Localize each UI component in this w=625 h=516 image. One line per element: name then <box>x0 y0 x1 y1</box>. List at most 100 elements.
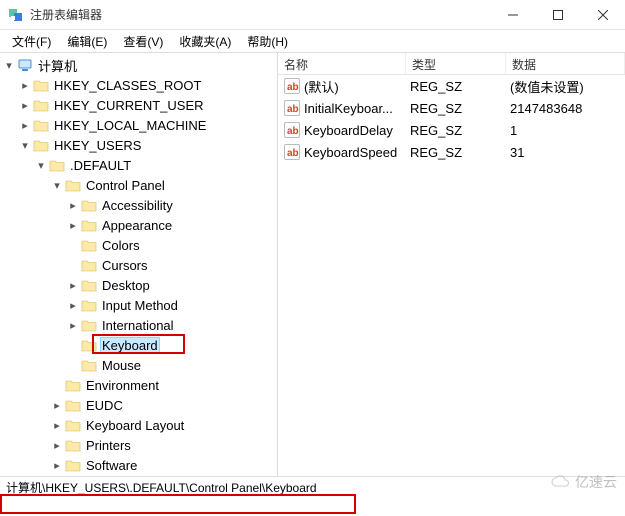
expander-icon[interactable]: ▸ <box>50 439 64 452</box>
tree-label: Keyboard Layout <box>84 418 186 433</box>
value-name: (默认) <box>304 77 404 96</box>
status-bar: 计算机\HKEY_USERS\.DEFAULT\Control Panel\Ke… <box>0 476 625 498</box>
tree-appearance[interactable]: ▸ Appearance <box>66 215 277 235</box>
tree-default[interactable]: ▾.DEFAULT <box>34 155 277 175</box>
tree-software[interactable]: ▸ Software <box>50 455 277 475</box>
close-button[interactable] <box>580 0 625 30</box>
value-type: REG_SZ <box>404 123 504 138</box>
tree-label: International <box>100 318 176 333</box>
tree-label-selected: Keyboard <box>100 337 160 354</box>
tree-mouse[interactable]: Mouse <box>66 355 277 375</box>
value-row[interactable]: KeyboardDelay REG_SZ 1 <box>278 119 625 141</box>
tree-label: Environment <box>84 378 161 393</box>
menu-help[interactable]: 帮助(H) <box>239 31 296 52</box>
tree-accessibility[interactable]: ▸ Accessibility <box>66 195 277 215</box>
tree-hkcr[interactable]: ▸ HKEY_CLASSES_ROOT <box>18 75 277 95</box>
tree-label: Desktop <box>100 278 152 293</box>
folder-icon <box>65 178 81 192</box>
tree-printers[interactable]: ▸ Printers <box>50 435 277 455</box>
expander-icon[interactable]: ▸ <box>50 459 64 472</box>
expander-icon[interactable]: ▸ <box>66 199 80 212</box>
expander-icon[interactable]: ▸ <box>18 99 32 112</box>
tree-label: Printers <box>84 438 133 453</box>
folder-icon <box>33 138 49 152</box>
expander-icon[interactable]: ▸ <box>50 419 64 432</box>
folder-icon <box>81 338 97 352</box>
expander-icon[interactable]: ▸ <box>50 399 64 412</box>
value-data: 2147483648 <box>504 101 625 116</box>
value-type: REG_SZ <box>404 101 504 116</box>
expander-icon[interactable] <box>66 359 80 371</box>
tree-international[interactable]: ▸ International <box>66 315 277 335</box>
tree-colors[interactable]: Colors <box>66 235 277 255</box>
expander-icon[interactable]: ▸ <box>66 219 80 232</box>
tree-root-computer[interactable]: ▾ 计算机 <box>2 55 277 75</box>
expander-icon[interactable]: ▸ <box>66 279 80 292</box>
value-type: REG_SZ <box>404 145 504 160</box>
tree-hku[interactable]: ▾HKEY_USERS <box>18 135 277 155</box>
expander-icon[interactable] <box>66 239 80 251</box>
tree-label: Accessibility <box>100 198 175 213</box>
folder-icon <box>81 318 97 332</box>
menu-view[interactable]: 查看(V) <box>115 31 171 52</box>
values-pane[interactable]: 名称 类型 数据 (默认) REG_SZ (数值未设置) InitialKeyb… <box>278 53 625 476</box>
value-row[interactable]: InitialKeyboar... REG_SZ 2147483648 <box>278 97 625 119</box>
folder-icon <box>81 358 97 372</box>
folder-icon <box>65 398 81 412</box>
folder-icon <box>65 438 81 452</box>
expander-icon[interactable]: ▸ <box>18 119 32 132</box>
folder-icon <box>81 298 97 312</box>
tree-label: 计算机 <box>36 56 79 75</box>
computer-icon <box>17 58 33 72</box>
tree-label: Appearance <box>100 218 174 233</box>
tree-cursors[interactable]: Cursors <box>66 255 277 275</box>
tree-desktop[interactable]: ▸ Desktop <box>66 275 277 295</box>
col-data[interactable]: 数据 <box>506 53 625 74</box>
tree-hklm[interactable]: ▸ HKEY_LOCAL_MACHINE <box>18 115 277 135</box>
menu-file[interactable]: 文件(F) <box>4 31 59 52</box>
menu-favorites[interactable]: 收藏夹(A) <box>171 31 239 52</box>
tree-label: Input Method <box>100 298 180 313</box>
tree-pane[interactable]: ▾ 计算机 ▸ HKEY_CLASSES_ROOT ▸HKEY_CURRENT_U… <box>0 53 278 476</box>
value-row[interactable]: KeyboardSpeed REG_SZ 31 <box>278 141 625 163</box>
tree-keyboard[interactable]: Keyboard <box>66 335 277 355</box>
title-bar: 注册表编辑器 <box>0 0 625 30</box>
value-type: REG_SZ <box>404 79 504 94</box>
tree-input-method[interactable]: ▸ Input Method <box>66 295 277 315</box>
col-type[interactable]: 类型 <box>406 53 506 74</box>
tree-label: HKEY_CLASSES_ROOT <box>52 78 203 93</box>
folder-icon <box>65 378 81 392</box>
menu-edit[interactable]: 编辑(E) <box>59 31 115 52</box>
maximize-button[interactable] <box>535 0 580 30</box>
tree-label: HKEY_LOCAL_MACHINE <box>52 118 208 133</box>
expander-icon[interactable]: ▸ <box>18 79 32 92</box>
tree-environment[interactable]: Environment <box>50 375 277 395</box>
expander-icon[interactable] <box>66 259 80 271</box>
folder-icon <box>81 218 97 232</box>
expander-icon[interactable]: ▾ <box>50 179 64 192</box>
tree-label: Colors <box>100 238 142 253</box>
folder-icon <box>33 78 49 92</box>
window-title: 注册表编辑器 <box>30 6 490 23</box>
folder-icon <box>49 158 65 172</box>
expander-icon[interactable]: ▾ <box>2 59 16 72</box>
tree-hkcu[interactable]: ▸HKEY_CURRENT_USER <box>18 95 277 115</box>
tree-label: Mouse <box>100 358 143 373</box>
expander-icon[interactable]: ▾ <box>18 139 32 152</box>
tree-label: EUDC <box>84 398 125 413</box>
tree-label: Software <box>84 458 139 473</box>
value-row[interactable]: (默认) REG_SZ (数值未设置) <box>278 75 625 97</box>
expander-icon[interactable]: ▾ <box>34 159 48 172</box>
expander-icon[interactable] <box>50 379 64 391</box>
col-name[interactable]: 名称 <box>278 53 406 74</box>
expander-icon[interactable]: ▸ <box>66 319 80 332</box>
tree-eudc[interactable]: ▸ EUDC <box>50 395 277 415</box>
expander-icon[interactable]: ▸ <box>66 299 80 312</box>
expander-icon[interactable] <box>66 339 80 351</box>
tree-keyboard-layout[interactable]: ▸ Keyboard Layout <box>50 415 277 435</box>
minimize-button[interactable] <box>490 0 535 30</box>
string-value-icon <box>284 144 300 160</box>
tree-label: Control Panel <box>84 178 167 193</box>
tree-control-panel[interactable]: ▾ Control Panel <box>50 175 277 195</box>
tree-label: Cursors <box>100 258 150 273</box>
